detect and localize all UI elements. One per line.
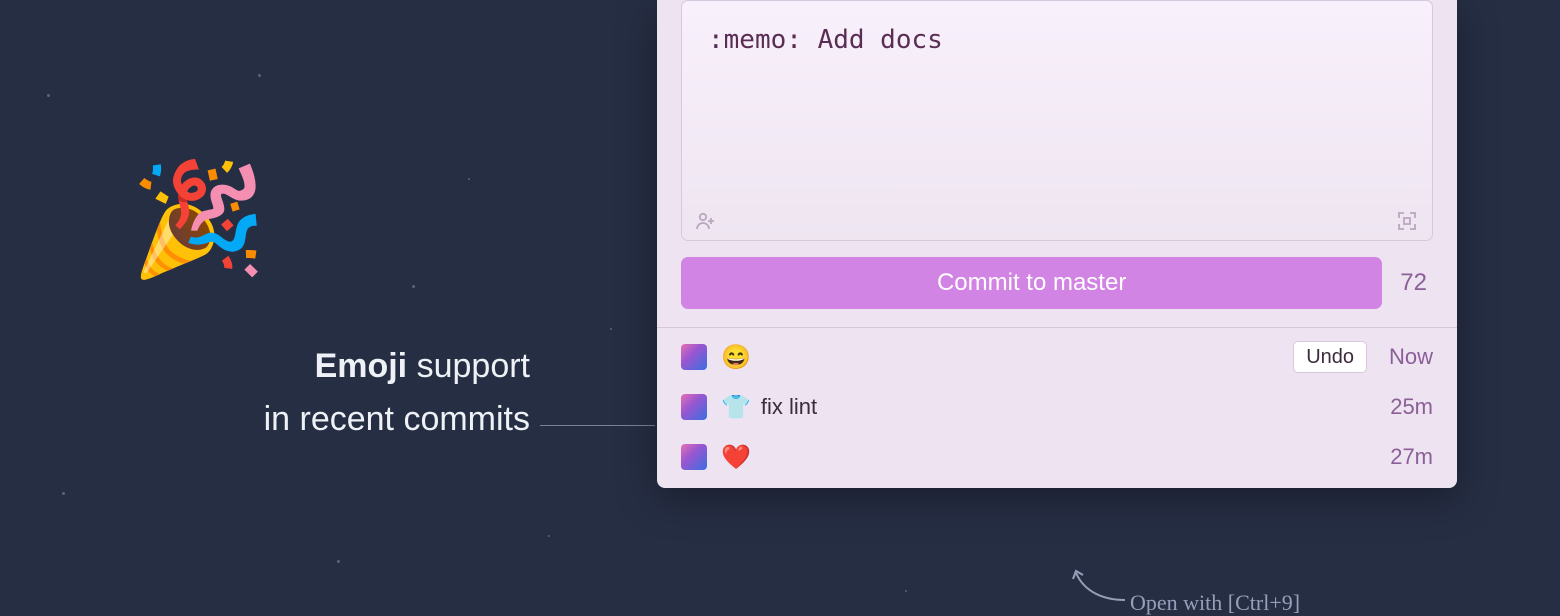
char-count: 72 — [1400, 269, 1433, 297]
commit-time: 27m — [1381, 444, 1433, 470]
commit-input-box — [681, 0, 1433, 241]
hint-arrow-icon — [1070, 565, 1130, 605]
undo-button[interactable]: Undo — [1293, 341, 1367, 373]
party-popper-icon: 🎉 — [130, 165, 267, 275]
avatar — [681, 444, 707, 470]
commit-item[interactable]: ❤️ 27m — [681, 432, 1433, 482]
add-co-author-icon[interactable] — [696, 212, 718, 230]
divider — [657, 327, 1457, 328]
commit-message-input[interactable] — [682, 1, 1432, 201]
recent-commits-list: 😄 Undo Now 👕 fix lint 25m ❤️ 27m — [657, 332, 1457, 482]
fullscreen-icon[interactable] — [1396, 210, 1418, 232]
caption: Emoji support in recent commits — [0, 340, 530, 445]
commit-panel: Commit to master 72 😄 Undo Now 👕 fix lin… — [657, 0, 1457, 488]
avatar — [681, 394, 707, 420]
commit-message: 👕 fix lint — [721, 393, 1367, 422]
keyboard-hint: Open with [Ctrl+9] — [1130, 590, 1300, 616]
commit-time: Now — [1381, 344, 1433, 370]
commit-button[interactable]: Commit to master — [681, 257, 1382, 309]
commit-message: 😄 — [721, 343, 1279, 372]
avatar — [681, 344, 707, 370]
commit-message: ❤️ — [721, 443, 1367, 472]
commit-item[interactable]: 👕 fix lint 25m — [681, 382, 1433, 432]
connector-line — [540, 425, 655, 426]
commit-item[interactable]: 😄 Undo Now — [681, 332, 1433, 382]
commit-time: 25m — [1381, 394, 1433, 420]
